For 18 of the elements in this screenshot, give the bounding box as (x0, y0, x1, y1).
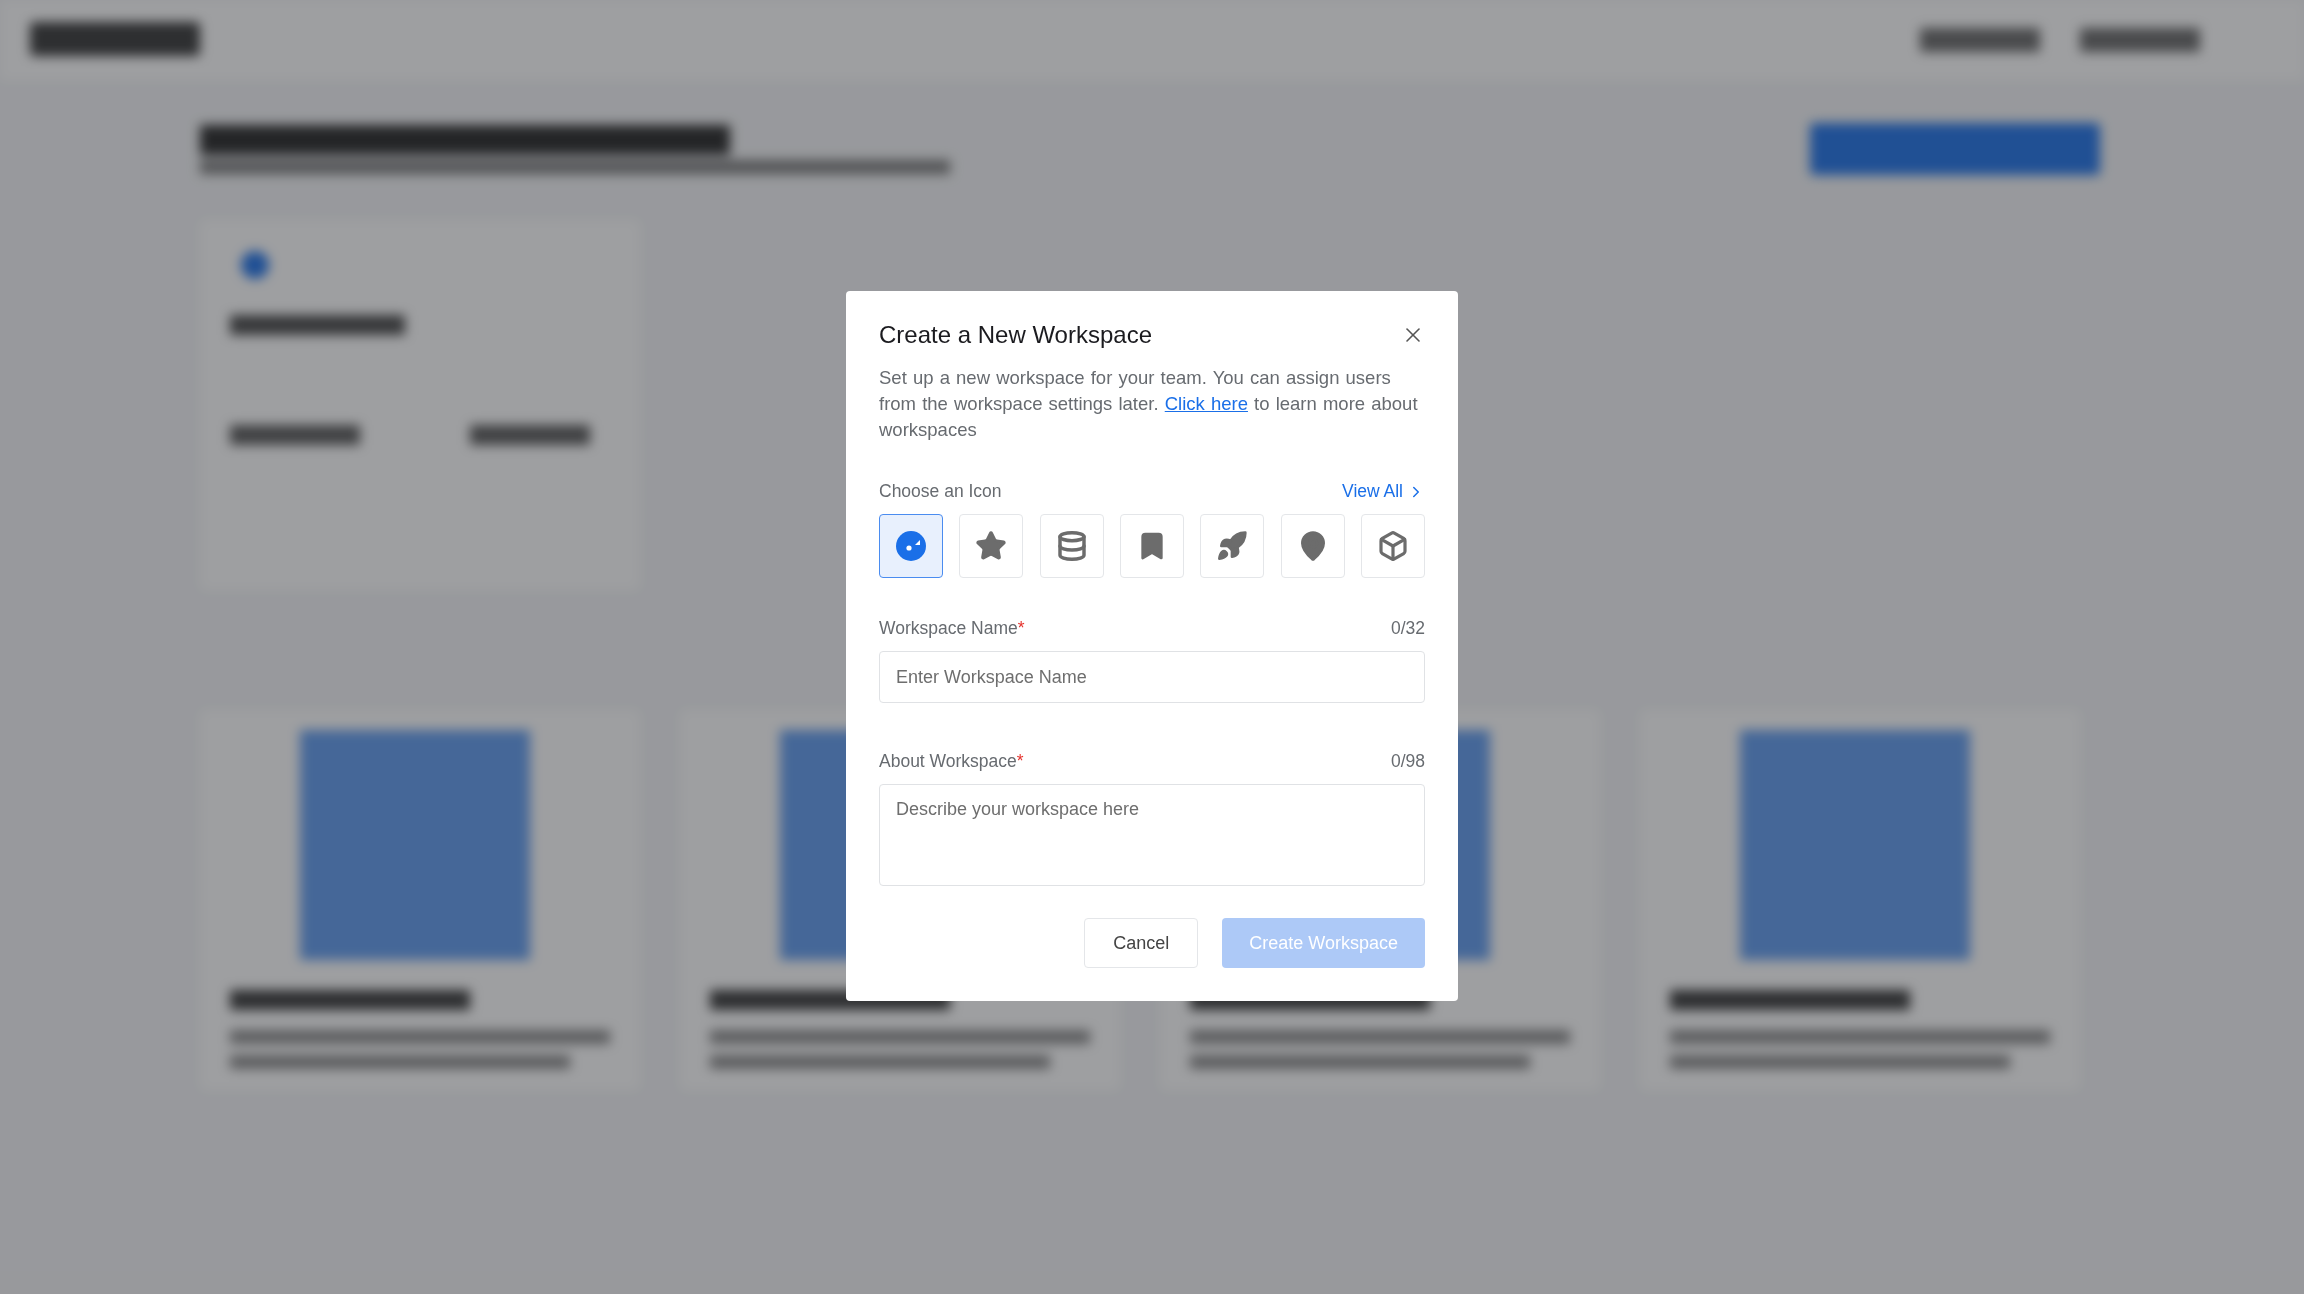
about-workspace-field[interactable]: Describe your workspace here (879, 784, 1425, 886)
workspace-name-field[interactable]: Enter Workspace Name (879, 651, 1425, 703)
icon-option[interactable] (879, 514, 943, 578)
database-icon (1055, 530, 1088, 562)
cancel-button[interactable]: Cancel (1084, 918, 1199, 968)
dialog-description: Set up a new workspace for your team. You can assign users from the workspace settings later. Click here to learn more about workspaces (879, 366, 1419, 442)
field-label: About Workspace* (879, 751, 1024, 772)
field-label: Workspace Name* (879, 618, 1025, 639)
learn-more-link[interactable]: Click here (1164, 393, 1248, 414)
pie-disc-icon (895, 530, 927, 562)
cube-icon (1376, 530, 1409, 562)
star-icon (975, 530, 1008, 562)
view-all-link[interactable]: View All (1342, 481, 1425, 502)
rocket-icon (1216, 530, 1249, 562)
icon-picker-label: Choose an Icon (879, 481, 1002, 502)
dialog-title: Create a New Workspace (879, 321, 1152, 349)
character-counter: 0/32 (1390, 618, 1425, 639)
character-counter: 0/98 (1390, 751, 1425, 772)
